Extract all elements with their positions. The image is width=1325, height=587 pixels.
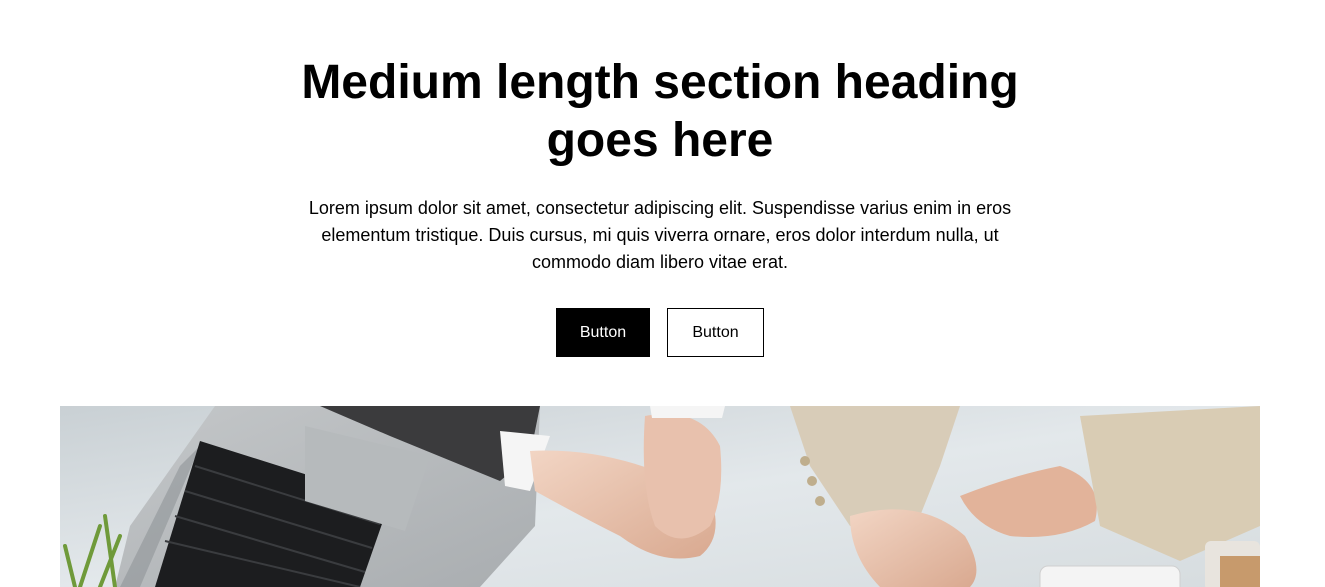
primary-button[interactable]: Button [556, 308, 650, 357]
section-description: Lorem ipsum dolor sit amet, consectetur … [308, 198, 1012, 272]
header-section: Medium length section heading goes here … [0, 0, 1325, 587]
section-heading: Medium length section heading goes here [301, 56, 1019, 167]
secondary-button[interactable]: Button [667, 308, 764, 357]
hero-image [60, 406, 1260, 587]
desk-meeting-photo [60, 406, 1260, 587]
button-group: Button Button [0, 308, 1320, 357]
